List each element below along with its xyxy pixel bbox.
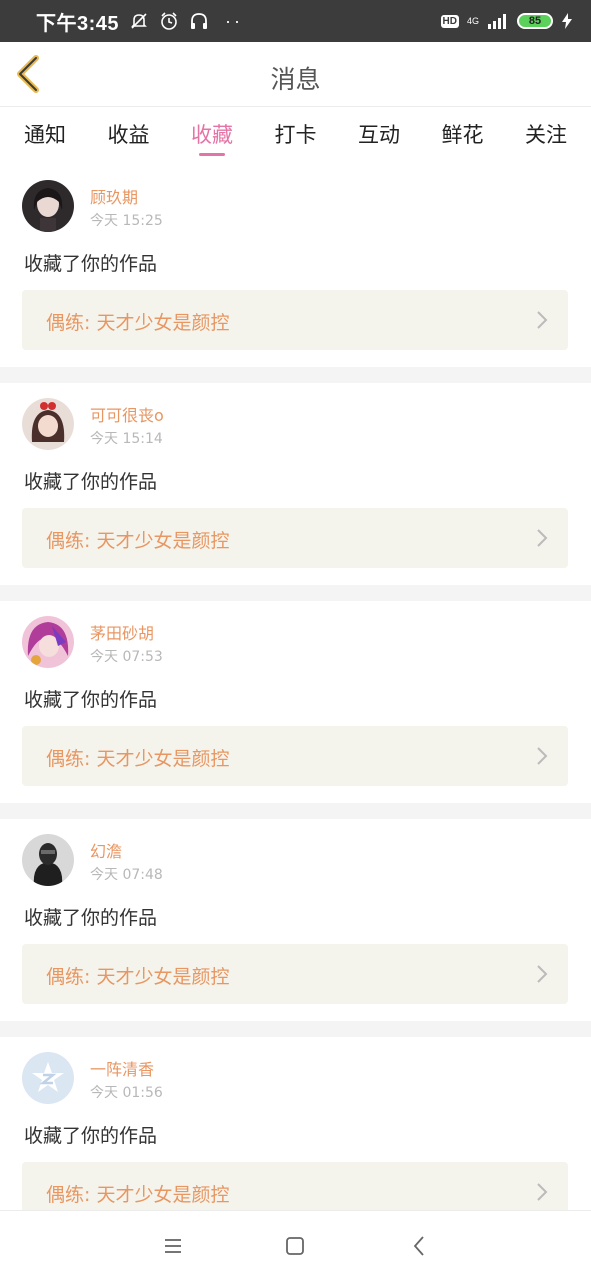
- message-card: 顾玖期 今天 15:25 收藏了你的作品 偶练: 天才少女是颜控: [0, 165, 591, 367]
- message-action: 收藏了你的作品: [24, 253, 158, 275]
- message-time: 今天 01:56: [90, 1085, 163, 1101]
- username[interactable]: 可可很丧o: [90, 402, 164, 426]
- work-link[interactable]: 偶练: 天才少女是颜控: [22, 944, 568, 1004]
- battery-indicator: 85: [517, 13, 553, 29]
- home-square-icon[interactable]: [282, 1233, 308, 1259]
- avatar[interactable]: [22, 834, 74, 886]
- charging-icon: [562, 13, 572, 29]
- work-link[interactable]: 偶练: 天才少女是颜控: [22, 1162, 568, 1210]
- message-time: 今天 15:14: [90, 431, 163, 447]
- work-title: 偶练: 天才少女是颜控: [46, 1184, 230, 1206]
- tab-interactions[interactable]: 互动: [358, 107, 400, 165]
- message-time: 今天 15:25: [90, 213, 163, 229]
- tab-favorites[interactable]: 收藏: [191, 107, 233, 165]
- chevron-right-icon: [537, 529, 548, 547]
- chevron-right-icon: [537, 965, 548, 983]
- work-title: 偶练: 天才少女是颜控: [46, 312, 230, 334]
- chevron-right-icon: [537, 311, 548, 329]
- alarm-icon: [161, 12, 177, 30]
- message-card: 茅田砂胡 今天 07:53 收藏了你的作品 偶练: 天才少女是颜控: [0, 601, 591, 803]
- message-action: 收藏了你的作品: [24, 471, 158, 493]
- work-link[interactable]: 偶练: 天才少女是颜控: [22, 290, 568, 350]
- username[interactable]: 顾玖期: [90, 184, 138, 208]
- signal-icon: [488, 14, 506, 29]
- work-title: 偶练: 天才少女是颜控: [46, 530, 230, 552]
- menu-icon[interactable]: [160, 1233, 186, 1259]
- default-avatar-icon[interactable]: [22, 1052, 74, 1104]
- chevron-right-icon: [537, 1183, 548, 1201]
- message-feed[interactable]: 顾玖期 今天 15:25 收藏了你的作品 偶练: 天才少女是颜控 可可很丧o 今…: [0, 165, 591, 1210]
- tab-checkin[interactable]: 打卡: [275, 107, 317, 165]
- more-notifications-icon: ··: [225, 10, 244, 31]
- page-title: 消息: [270, 65, 321, 94]
- system-nav-bar: [0, 1210, 591, 1281]
- hd-badge: HD: [440, 14, 459, 28]
- message-action: 收藏了你的作品: [24, 1125, 158, 1147]
- message-card: 可可很丧o 今天 15:14 收藏了你的作品 偶练: 天才少女是颜控: [0, 383, 591, 585]
- avatar[interactable]: [22, 180, 74, 232]
- tab-earnings[interactable]: 收益: [108, 107, 150, 165]
- avatar[interactable]: [22, 616, 74, 668]
- message-action: 收藏了你的作品: [24, 907, 158, 929]
- username[interactable]: 幻澹: [90, 838, 122, 862]
- message-card: 一阵清香 今天 01:56 收藏了你的作品 偶练: 天才少女是颜控: [0, 1037, 591, 1210]
- status-time: 下午3:45: [36, 12, 120, 35]
- message-action: 收藏了你的作品: [24, 689, 158, 711]
- top-bar: 消息: [0, 42, 591, 107]
- back-triangle-icon[interactable]: [406, 1233, 432, 1259]
- chevron-right-icon: [537, 747, 548, 765]
- message-time: 今天 07:53: [90, 649, 163, 665]
- message-time: 今天 07:48: [90, 867, 163, 883]
- tab-notifications[interactable]: 通知: [24, 107, 66, 165]
- work-title: 偶练: 天才少女是颜控: [46, 966, 230, 988]
- avatar[interactable]: [22, 398, 74, 450]
- work-title: 偶练: 天才少女是颜控: [46, 748, 230, 770]
- work-link[interactable]: 偶练: 天才少女是颜控: [22, 508, 568, 568]
- tab-bar: 通知 收益 收藏 打卡 互动 鲜花 关注: [0, 107, 591, 165]
- headphones-icon: [191, 13, 208, 29]
- message-card: 幻澹 今天 07:48 收藏了你的作品 偶练: 天才少女是颜控: [0, 819, 591, 1021]
- work-link[interactable]: 偶练: 天才少女是颜控: [22, 726, 568, 786]
- network-type: 4G: [466, 15, 479, 26]
- tab-follows[interactable]: 关注: [525, 107, 567, 165]
- mute-bell-icon: [131, 13, 147, 29]
- status-bar: 下午3:45 ·· HD 4G 85: [0, 0, 591, 42]
- username[interactable]: 茅田砂胡: [90, 620, 154, 644]
- tab-flowers[interactable]: 鲜花: [442, 107, 484, 165]
- username[interactable]: 一阵清香: [90, 1056, 154, 1080]
